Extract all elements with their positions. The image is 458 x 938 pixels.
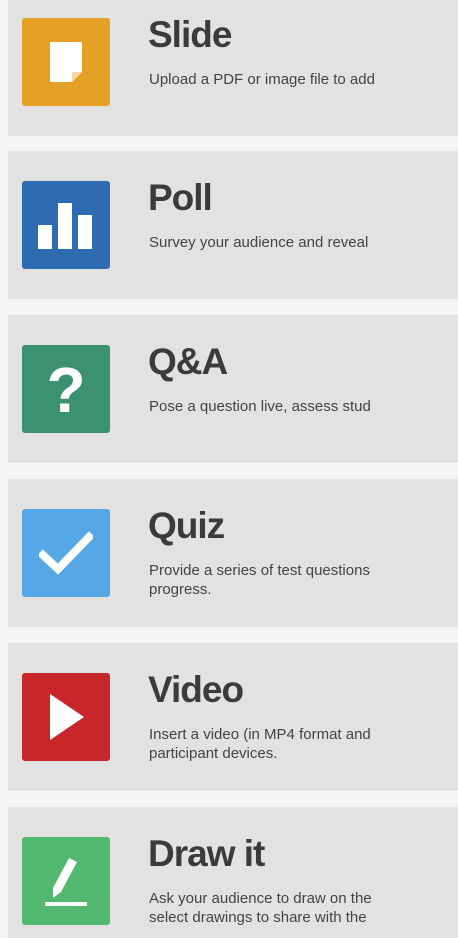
activity-option-slide[interactable]: Slide Upload a PDF or image file to add	[8, 0, 458, 136]
activity-option-quiz[interactable]: Quiz Provide a series of test questions …	[8, 479, 458, 627]
svg-text:?: ?	[46, 358, 85, 420]
question-mark-icon: ?	[46, 358, 85, 420]
item-description: Upload a PDF or image file to add	[149, 70, 455, 89]
activity-option-video[interactable]: Video Insert a video (in MP4 format and …	[8, 643, 458, 791]
description-line: Insert a video (in MP4 format and	[149, 726, 371, 743]
activity-option-draw-it[interactable]: Draw it Ask your audience to draw on the…	[8, 807, 458, 938]
description-line: participant devices.	[149, 745, 278, 762]
item-title: Quiz	[148, 505, 225, 546]
description-line: Provide a series of test questions	[149, 562, 370, 579]
play-icon	[50, 694, 84, 740]
item-title: Poll	[148, 177, 213, 218]
item-title: Draw it	[148, 833, 265, 874]
draw-it-tile	[22, 837, 110, 925]
description-line: Ask your audience to draw on the	[149, 890, 372, 907]
item-description: Ask your audience to draw on the select …	[149, 889, 455, 927]
item-description: Provide a series of test questions progr…	[149, 561, 455, 599]
activity-option-qa[interactable]: ? Q&A Pose a question live, assess stud	[8, 315, 458, 463]
item-description: Survey your audience and reveal	[149, 233, 455, 252]
item-title: Slide	[148, 14, 232, 55]
qa-tile: ?	[22, 345, 110, 433]
description-line: progress.	[149, 581, 212, 598]
item-description: Pose a question live, assess stud	[149, 397, 455, 416]
pencil-icon	[45, 858, 87, 906]
quiz-tile	[22, 509, 110, 597]
activity-type-list: Slide Upload a PDF or image file to add …	[0, 0, 458, 938]
description-line: Pose a question live, assess stud	[149, 398, 371, 415]
video-tile	[22, 673, 110, 761]
checkmark-icon	[39, 531, 93, 575]
slide-tile	[22, 18, 110, 106]
item-title: Q&A	[148, 341, 228, 382]
activity-option-poll[interactable]: Poll Survey your audience and reveal	[8, 151, 458, 299]
poll-tile	[22, 181, 110, 269]
bar-chart-icon	[38, 203, 92, 249]
document-icon	[50, 42, 82, 82]
description-line: Survey your audience and reveal	[149, 234, 369, 251]
item-title: Video	[148, 669, 244, 710]
description-line: select drawings to share with the	[149, 909, 367, 926]
description-line: Upload a PDF or image file to add	[149, 71, 375, 88]
item-description: Insert a video (in MP4 format and partic…	[149, 725, 455, 763]
